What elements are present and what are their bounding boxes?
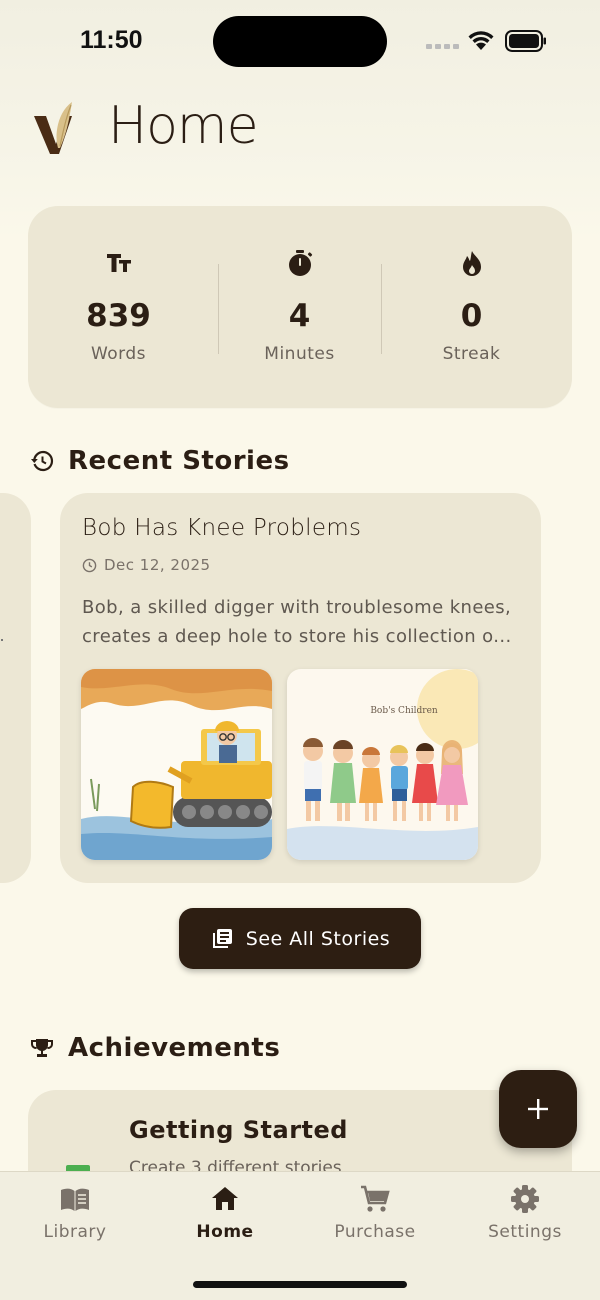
- dynamic-island: [213, 16, 387, 67]
- nav-item-library[interactable]: Library: [0, 1182, 150, 1242]
- page-title: Home: [108, 96, 259, 156]
- library-books-icon: [212, 928, 232, 948]
- stat-value: 0: [460, 298, 483, 334]
- section-title: Achievements: [68, 1033, 281, 1063]
- flame-icon: [462, 251, 481, 276]
- thumbnail-caption: Bob's Children: [370, 706, 438, 716]
- home-indicator: [193, 1281, 407, 1288]
- nav-label: Home: [196, 1222, 254, 1242]
- battery-icon: [505, 30, 546, 52]
- stat-value: 4: [288, 298, 311, 334]
- stat-label: Streak: [442, 344, 501, 364]
- clock-icon: [82, 558, 97, 572]
- trophy-icon: [30, 1039, 54, 1057]
- v-feather-logo: [34, 102, 72, 154]
- story-date: Dec 12, 2025: [82, 556, 211, 574]
- cellular-signal-icon: [426, 44, 459, 49]
- nav-label: Library: [43, 1222, 107, 1242]
- wifi-icon: [468, 31, 494, 50]
- text-size-icon: [106, 254, 131, 272]
- nav-item-purchase[interactable]: Purchase: [300, 1182, 450, 1242]
- achievements-header: Achievements: [30, 1033, 280, 1063]
- stat-label: Words: [90, 344, 147, 364]
- see-all-stories-label: See All Stories: [245, 927, 391, 950]
- stat-minutes: 4 Minutes: [209, 206, 390, 408]
- story-card[interactable]: Bob Has Knee Problems Dec 12, 2025 Bob, …: [60, 493, 541, 883]
- nav-item-home[interactable]: Home: [150, 1182, 300, 1242]
- stat-streak: 0 Streak: [381, 206, 562, 408]
- see-all-stories-button[interactable]: See All Stories: [179, 908, 421, 969]
- story-title: Bob Has Knee Problems: [82, 515, 362, 541]
- recent-stories-header: Recent Stories: [30, 446, 290, 476]
- gear-icon: [511, 1185, 539, 1213]
- home-screen: 11:50 Home 839 Words 4 Minutes 0 Streak …: [0, 0, 600, 1300]
- story-date-text: Dec 12, 2025: [104, 556, 211, 574]
- story-card-previous[interactable]: [0, 493, 31, 883]
- stat-value: 839: [86, 298, 151, 334]
- achievement-title: Getting Started: [129, 1116, 348, 1144]
- story-thumbnail-bulldozer[interactable]: [81, 669, 272, 860]
- stats-card: 839 Words 4 Minutes 0 Streak: [28, 206, 572, 408]
- story-summary: Bob, a skilled digger with troublesome k…: [82, 597, 512, 647]
- story-thumbnail-children[interactable]: Bob's Children: [287, 669, 478, 860]
- nav-label: Purchase: [334, 1222, 416, 1242]
- status-time: 11:50: [80, 26, 143, 54]
- cart-icon: [361, 1185, 390, 1212]
- create-story-fab[interactable]: [499, 1070, 577, 1148]
- bulldozer-illustration: [81, 669, 272, 860]
- children-illustration: Bob's Children: [287, 669, 478, 860]
- home-icon: [212, 1187, 238, 1210]
- stopwatch-icon: [288, 250, 312, 276]
- nav-label: Settings: [488, 1222, 562, 1242]
- section-title: Recent Stories: [68, 446, 290, 476]
- stat-words: 839 Words: [28, 206, 209, 408]
- plus-icon: [528, 1099, 548, 1119]
- nav-item-settings[interactable]: Settings: [450, 1182, 600, 1242]
- stat-label: Minutes: [264, 344, 335, 364]
- history-icon: [31, 450, 54, 472]
- book-icon: [61, 1188, 89, 1211]
